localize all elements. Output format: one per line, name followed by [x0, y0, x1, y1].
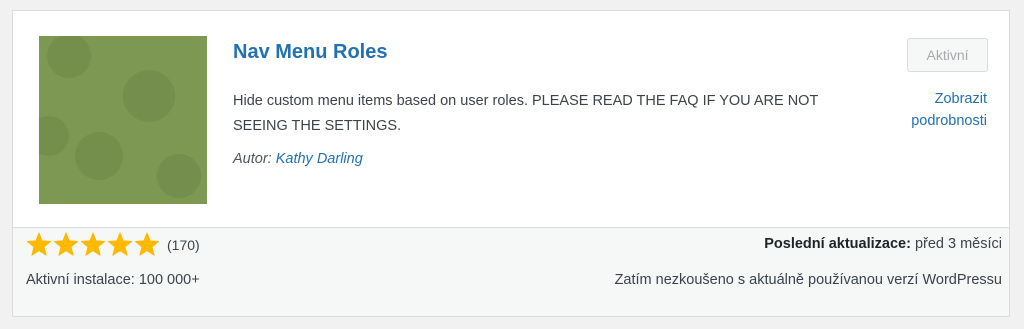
plugin-icon-pattern: [39, 36, 207, 204]
star-icon: [26, 232, 52, 257]
plugin-description: Hide custom menu items based on user rol…: [233, 93, 819, 134]
more-details-link[interactable]: Zobrazit podrobnosti: [867, 88, 987, 132]
star-icon: [80, 232, 106, 257]
plugin-card-top: Nav Menu Roles Hide custom menu items ba…: [13, 11, 1009, 227]
last-updated-label: Poslední aktualizace:: [764, 236, 911, 252]
star-row: [26, 232, 161, 257]
author-label: Autor:: [233, 151, 272, 167]
rating-count: (170): [167, 236, 200, 253]
active-installs: Aktivní instalace: 100 000+: [26, 272, 200, 288]
active-status-button: Aktivní: [907, 38, 988, 72]
compatibility-note: Zatím nezkoušeno s aktuálně používanou v…: [614, 272, 1002, 288]
star-icon: [134, 232, 160, 257]
last-updated-value: před 3 měsíci: [914, 236, 1002, 252]
star-icon: [107, 232, 133, 257]
last-updated: Poslední aktualizace: před 3 měsíci: [764, 236, 1002, 252]
plugin-title-link[interactable]: Nav Menu Roles: [233, 41, 387, 64]
star-icon: [53, 232, 79, 257]
plugin-card: Nav Menu Roles Hide custom menu items ba…: [12, 10, 1010, 317]
plugin-author: Autor: Kathy Darling: [233, 151, 363, 167]
author-link[interactable]: Kathy Darling: [276, 151, 363, 167]
star-rating: (170): [26, 232, 200, 257]
plugin-icon[interactable]: [39, 36, 207, 204]
